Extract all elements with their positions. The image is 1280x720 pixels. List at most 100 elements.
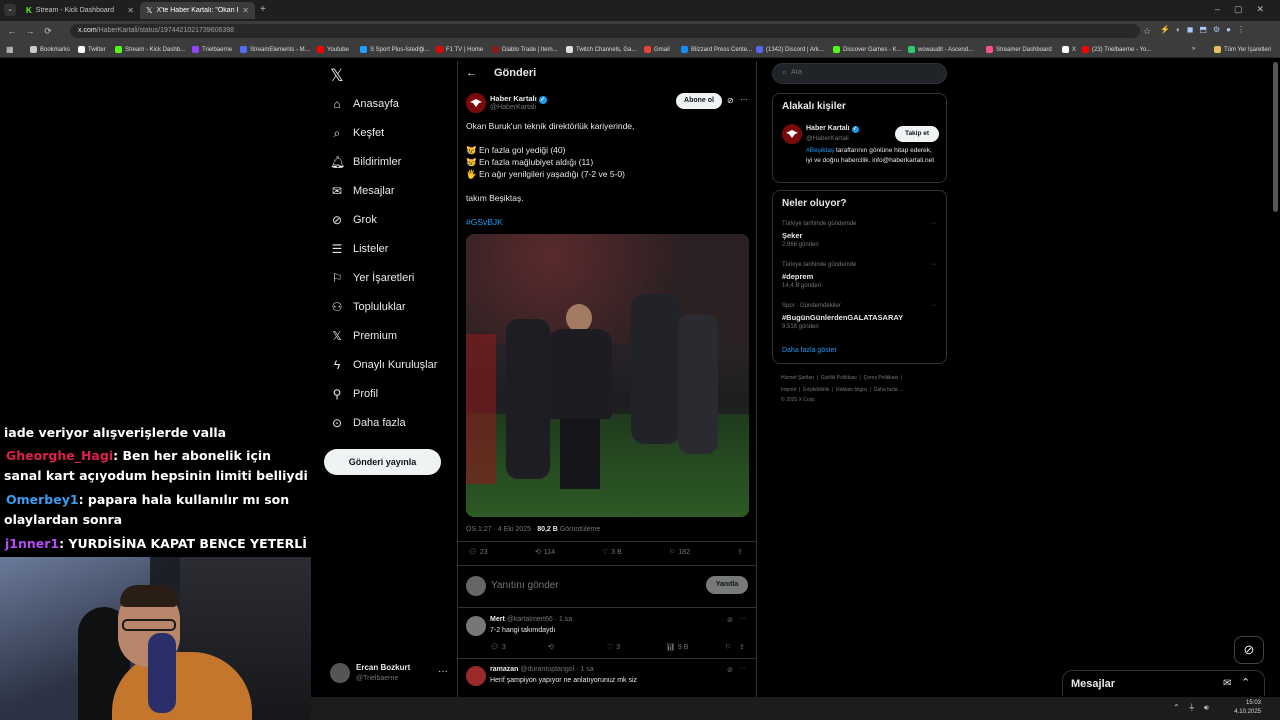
bookmark-item[interactable]: S Sport Plus-İstediği... [360, 46, 429, 53]
chevron-up-icon[interactable]: ⌃ [1241, 676, 1250, 689]
more-options-icon[interactable]: ··· [930, 261, 937, 268]
more-bookmarks-icon[interactable]: » [1192, 46, 1195, 52]
more-options-icon[interactable]: ··· [740, 95, 748, 104]
footer-links[interactable]: Imprint | Erişilebilirlik | Reklam bilgi… [781, 387, 903, 393]
show-more-link[interactable]: Daha fazla göster [782, 347, 837, 354]
messages-drawer[interactable]: Mesajlar ✉ ⌃ [1062, 670, 1265, 696]
extension-icons[interactable]: ⚡◐◼⬒⚙●⋮ [1160, 25, 1270, 37]
author-avatar[interactable] [466, 93, 486, 113]
reload-icon[interactable]: ⟳ [42, 25, 54, 37]
tray-icons[interactable]: ⌃⏚🔊︎ [1173, 702, 1217, 713]
hashtag-link[interactable]: #GSvBJK [466, 217, 503, 227]
close-tab-icon[interactable]: ✕ [242, 6, 249, 15]
bookmark-item[interactable]: (1342) Discord | Ark... [756, 46, 824, 53]
nav-verified-orgs[interactable]: ϟ Onaylı Kuruluşlar [330, 353, 438, 377]
clock-date[interactable]: 4.10.2025 [1221, 709, 1261, 715]
close-tab-icon[interactable]: ✕ [127, 6, 134, 15]
bookmark-item[interactable]: Twitch Channels, Ga... [566, 46, 636, 53]
bookmark-item[interactable]: Streamer Dashboard [986, 46, 1052, 53]
bookmark-star-icon[interactable]: ☆ [1141, 25, 1153, 37]
kick-icon: K [26, 6, 32, 15]
x-logo-icon[interactable]: 𝕏 [330, 66, 344, 86]
page-scrollbar[interactable] [1273, 62, 1278, 212]
back-arrow-icon[interactable]: ← [466, 67, 477, 79]
post-image[interactable] [466, 234, 749, 517]
tab-search-icon[interactable]: ⌄ [4, 4, 16, 16]
reply-button[interactable]: 💬︎ 23 [468, 548, 488, 557]
bookmark-button[interactable]: ⚐ 182 [669, 548, 690, 557]
bookmark-item[interactable]: (23) Trielbaerne - Yo... [1082, 46, 1151, 53]
reply-submit-button[interactable]: Yanıtla [706, 576, 748, 594]
all-bookmarks[interactable]: Tüm Yer İşaretleri [1214, 46, 1271, 53]
post-button[interactable]: Gönderi yayınla [324, 449, 441, 475]
clock-time[interactable]: 15:03 [1231, 700, 1261, 706]
account-menu-icon[interactable]: ··· [438, 666, 448, 677]
nav-bookmarks[interactable]: ⚐ Yer İşaretleri [330, 266, 415, 290]
forward-icon[interactable]: → [24, 25, 36, 37]
bookmark-item[interactable]: Twitter [78, 46, 106, 53]
bookmark-item[interactable]: X [1062, 46, 1076, 53]
back-icon[interactable]: ← [6, 25, 18, 37]
bookmark-item[interactable]: wowaudit - Ascend... [908, 46, 973, 53]
tab-x-post[interactable]: 𝕏 X'te Haber Kartalı: "Okan Buruk ✕ [140, 2, 255, 19]
nav-premium[interactable]: 𝕏 Premium [330, 324, 397, 348]
bookmark-item[interactable]: Bookmarks [30, 46, 70, 53]
repost-button[interactable]: ⟲ 114 [535, 548, 555, 557]
reply-input[interactable]: Yanıtını gönder [491, 580, 559, 591]
bookmark-item[interactable]: Gmail [644, 46, 670, 53]
nav-messages[interactable]: ✉ Mesajlar [330, 179, 395, 203]
author-handle[interactable]: @HaberKartali [490, 104, 536, 111]
subscribe-button[interactable]: Abone ol [676, 93, 722, 109]
bookmark-item[interactable]: StreamElements - M... [240, 46, 310, 53]
apps-icon[interactable]: ▦ [6, 45, 14, 54]
search-input[interactable]: ⌕ Ara [772, 63, 947, 84]
window-controls[interactable]: –▢✕ [1215, 4, 1278, 15]
share-icon[interactable]: ⇪ [739, 643, 745, 651]
share-icon[interactable]: ⇪ [737, 548, 743, 556]
new-tab-button[interactable]: + [260, 4, 266, 15]
more-options-icon[interactable]: ··· [739, 665, 746, 672]
like-button[interactable]: ♡ 3 B [602, 548, 622, 557]
trend-item[interactable]: Şeker [782, 231, 802, 240]
avatar[interactable] [466, 616, 486, 636]
footer-links[interactable]: Hizmet Şartları | Gizlilik Politikası | … [781, 375, 902, 381]
views-button[interactable]: 📊︎ 9 B [666, 643, 688, 652]
bookmark-item[interactable]: Youtube [317, 46, 349, 53]
tab-kick-dashboard[interactable]: K Stream - Kick Dashboard ✕ [20, 2, 140, 19]
author-avatar[interactable] [782, 124, 802, 144]
bookmark-item[interactable]: Trielbaerne [192, 46, 232, 53]
grok-icon[interactable]: ⊘ [727, 96, 734, 105]
new-message-icon[interactable]: ✉ [1223, 678, 1231, 689]
reply-button[interactable]: 💬︎ 3 [490, 643, 506, 652]
more-options-icon[interactable]: ··· [930, 220, 937, 227]
follow-button[interactable]: Takip et [895, 126, 939, 142]
nav-more[interactable]: ⊙ Daha fazla [330, 411, 406, 435]
nav-home[interactable]: ⌂ Anasayfa [330, 92, 399, 116]
trend-item[interactable]: #deprem [782, 272, 813, 281]
avatar[interactable] [466, 666, 486, 686]
address-bar[interactable]: x.com/HaberKartali/status/19744210217396… [70, 24, 1140, 38]
bookmark-icon[interactable]: ⚐ [725, 643, 731, 651]
nav-lists[interactable]: ☰ Listeler [330, 237, 389, 261]
nav-grok[interactable]: ⊘ Grok [330, 208, 377, 232]
trend-item[interactable]: #BugünGünlerdenGALATASARAY [782, 313, 903, 322]
bookmark-item[interactable]: Stream - Kick Dashb... [115, 46, 185, 53]
grok-icon[interactable]: ⊘ [727, 616, 733, 624]
author-name[interactable]: Haber Kartalı ✓ [490, 94, 547, 104]
bookmark-item[interactable]: Discover Games - K... [833, 46, 902, 53]
repost-button[interactable]: ⟲ [548, 643, 554, 651]
bookmark-item[interactable]: F1 TV | Home [436, 46, 483, 53]
nav-communities[interactable]: ⚇ Topluluklar [330, 295, 406, 319]
more-options-icon[interactable]: ··· [930, 302, 937, 309]
nav-notifications[interactable]: 🔔︎ Bildirimler [330, 150, 401, 174]
related-name[interactable]: Haber Kartalı ✓ [806, 125, 859, 133]
nav-profile[interactable]: ⚲ Profil [330, 382, 378, 406]
grok-float-button[interactable]: ⊘ [1234, 636, 1264, 664]
nav-explore[interactable]: ⌕ Keşfet [330, 121, 385, 145]
bookmark-item[interactable]: Blizzard Press Cente... [681, 46, 752, 53]
more-options-icon[interactable]: ··· [739, 615, 746, 622]
like-button[interactable]: ♡ 3 [607, 643, 620, 652]
avatar[interactable] [330, 663, 350, 683]
grok-icon[interactable]: ⊘ [727, 666, 733, 674]
bookmark-item[interactable]: Diablo Trade | Item... [492, 46, 558, 53]
